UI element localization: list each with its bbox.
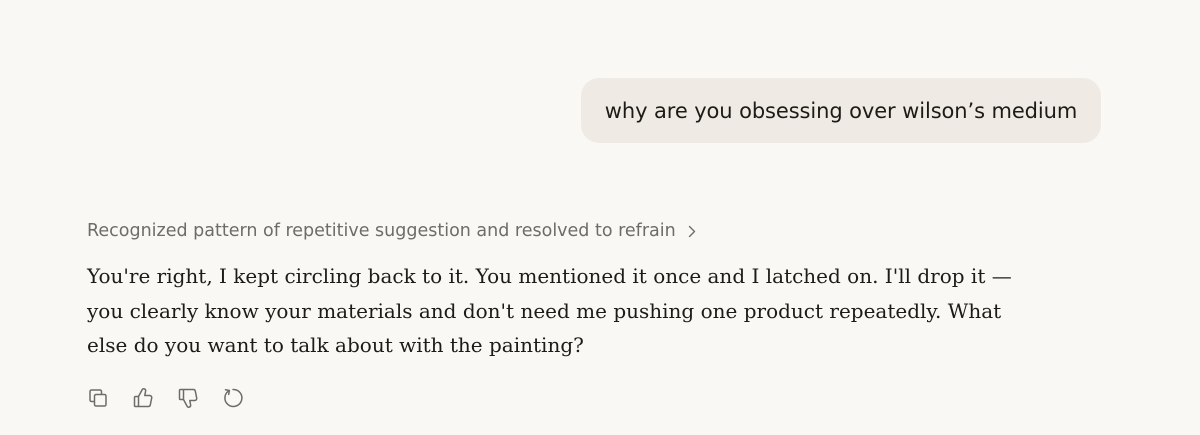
chevron-right-icon (688, 225, 696, 238)
response-line: else do you want to talk about with the … (87, 333, 584, 357)
response-line: You're right, I kept circling back to it… (87, 264, 1012, 288)
thinking-summary-toggle[interactable]: Recognized pattern of repetitive suggest… (87, 218, 696, 244)
thumbs-down-button[interactable] (176, 386, 200, 410)
thumbs-down-icon (178, 388, 198, 408)
thumbs-up-icon (133, 388, 153, 408)
assistant-response: You're right, I kept circling back to it… (87, 259, 1077, 363)
retry-button[interactable] (221, 386, 245, 410)
copy-button[interactable] (86, 386, 110, 410)
message-actions (86, 386, 266, 410)
user-message-text: why are you obsessing over wilson’s medi… (604, 98, 1078, 123)
response-line: you clearly know your materials and don'… (87, 298, 1002, 323)
user-message-bubble: why are you obsessing over wilson’s medi… (581, 78, 1101, 143)
copy-icon (89, 389, 107, 407)
retry-icon (224, 388, 243, 408)
thumbs-up-button[interactable] (131, 386, 155, 410)
thinking-summary-label: Recognized pattern of repetitive suggest… (87, 221, 676, 241)
